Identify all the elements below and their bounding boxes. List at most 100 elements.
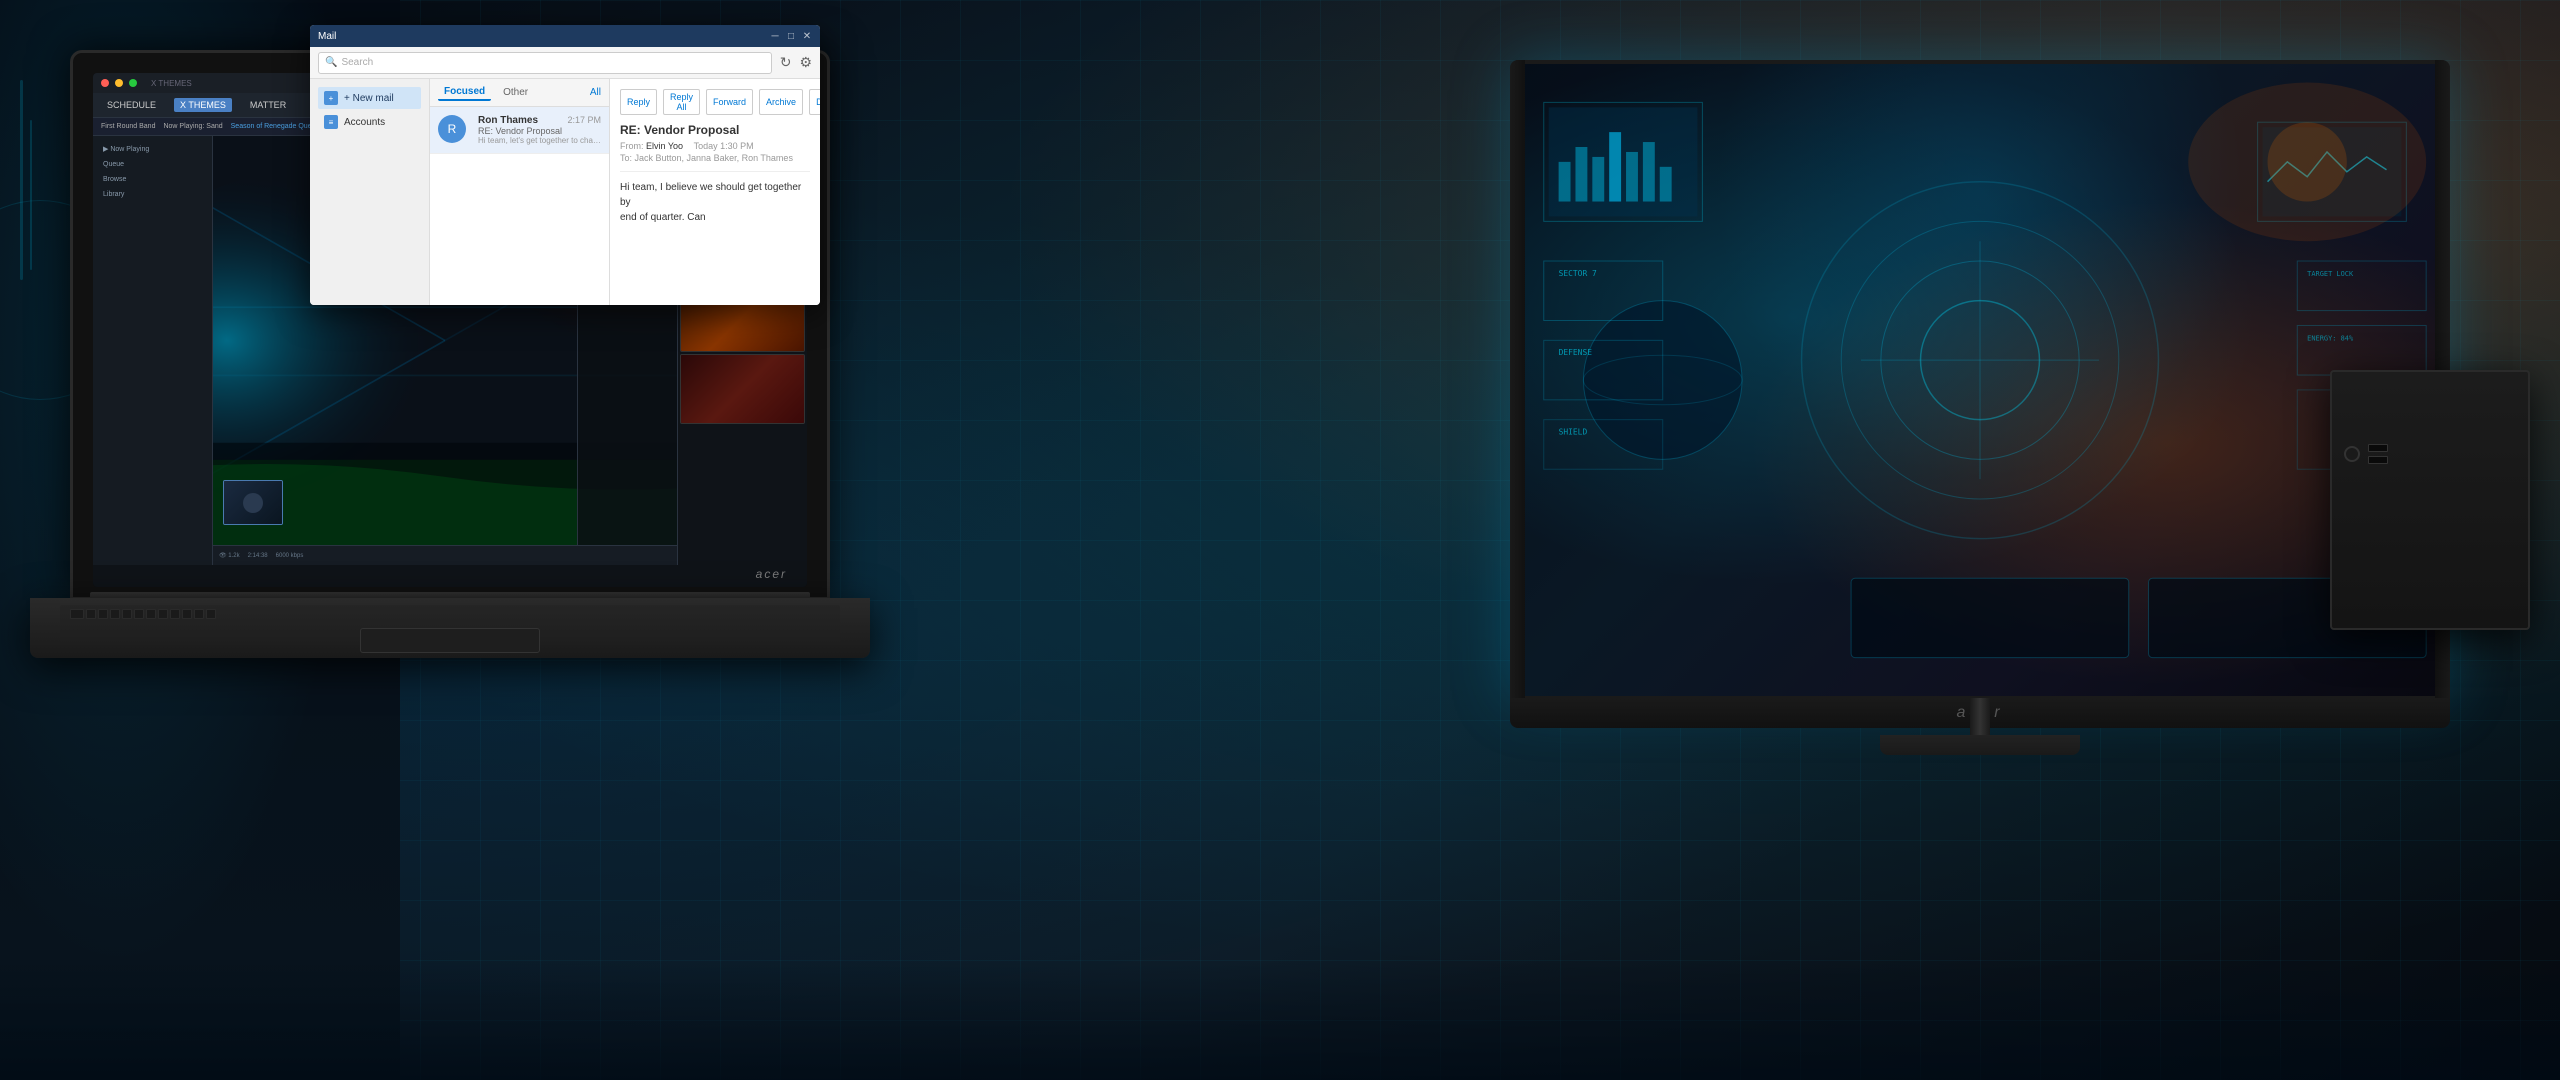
mail-list: Focused Other All R Ron Thames 2:17 PM R… [430, 79, 610, 305]
monitor-screen: SECTOR 7 DEFENSE SHIELD TARGET LOCK ENER… [1510, 60, 2450, 700]
streaming-sidebar: ▶ Now Playing Queue Browse Library [93, 136, 213, 565]
mail-body: + + New mail ≡ Accounts Focused Other Al… [310, 79, 820, 305]
close-dot[interactable] [101, 79, 109, 87]
subtab-2[interactable]: Now Playing: Sand [163, 123, 222, 130]
search-icon: 🔍 [325, 57, 337, 68]
search-placeholder: Search [341, 57, 373, 68]
laptop-screen-brand: acer [756, 567, 787, 581]
app-name-label: X THEMES [151, 79, 192, 88]
forward-button[interactable]: Forward [706, 89, 753, 115]
monitor-stand-base [1880, 735, 2080, 755]
key-f1[interactable] [86, 609, 96, 619]
mail-item-info: Ron Thames 2:17 PM RE: Vendor Proposal H… [478, 115, 601, 145]
svg-text:DEFENSE: DEFENSE [1559, 348, 1593, 357]
new-mail-icon: + [324, 91, 338, 105]
mail-preview-toolbar: Reply Reply All Forward Archive Delete [620, 89, 810, 115]
svg-text:SECTOR 7: SECTOR 7 [1559, 269, 1597, 278]
subtab-3[interactable]: Season of Renegade Queue [231, 123, 320, 130]
webcam-face [243, 493, 263, 513]
mail-sidebar-new[interactable]: + + New mail [318, 87, 421, 109]
mail-preview-pane: Reply Reply All Forward Archive Delete R… [610, 79, 820, 305]
mail-close-btn[interactable]: ✕ [802, 31, 812, 41]
pc-power-button[interactable] [2344, 446, 2360, 462]
monitor-hud-overlay: SECTOR 7 DEFENSE SHIELD TARGET LOCK ENER… [1514, 64, 2446, 696]
monitor-screen-content: SECTOR 7 DEFENSE SHIELD TARGET LOCK ENER… [1514, 64, 2446, 696]
key-f10[interactable] [194, 609, 204, 619]
minimize-dot[interactable] [115, 79, 123, 87]
key-f3[interactable] [110, 609, 120, 619]
mail-window-controls: ─ □ ✕ [770, 31, 812, 41]
mail-preview-subject-text: RE: Vendor Proposal [620, 123, 810, 137]
key-f6[interactable] [146, 609, 156, 619]
key-f7[interactable] [158, 609, 168, 619]
keyboard-rows [70, 609, 830, 619]
delete-button[interactable]: Delete [809, 89, 820, 115]
mail-refresh-icon[interactable]: ↻ [780, 54, 792, 71]
tab-matter[interactable]: MATTER [244, 98, 292, 112]
floor-surface [0, 960, 2560, 1080]
maximize-dot[interactable] [129, 79, 137, 87]
mail-body-line-1: Hi team, I believe we should get togethe… [620, 180, 810, 210]
key-esc[interactable] [70, 609, 84, 619]
subtab-1[interactable]: First Round Band [101, 123, 155, 130]
keyboard-row-1 [70, 609, 830, 619]
key-f4[interactable] [122, 609, 132, 619]
mail-search-box[interactable]: 🔍 Search [318, 52, 772, 74]
mail-preview-snippet: Hi team, let's get together to chat abou… [478, 136, 601, 145]
mail-tab-focused[interactable]: Focused [438, 84, 491, 101]
stat-viewers: 👁 1.2k [219, 552, 240, 559]
preview-time: Today 1:30 PM [694, 141, 754, 151]
mail-item-1[interactable]: R Ron Thames 2:17 PM RE: Vendor Proposal… [430, 107, 609, 154]
key-f5[interactable] [134, 609, 144, 619]
mail-preview-body: Hi team, I believe we should get togethe… [620, 180, 810, 225]
sidebar-item-2[interactable]: Queue [99, 158, 206, 171]
reply-all-button[interactable]: Reply All [663, 89, 700, 115]
key-f8[interactable] [170, 609, 180, 619]
new-mail-label: + New mail [344, 93, 394, 104]
pc-port-2[interactable] [2368, 456, 2388, 464]
pc-front-panel [2332, 372, 2528, 476]
key-f2[interactable] [98, 609, 108, 619]
svg-text:TARGET LOCK: TARGET LOCK [2307, 270, 2354, 278]
stat-bitrate: 6000 kbps [276, 553, 304, 559]
streaming-bottom-bar: 👁 1.2k 2:14:38 6000 kbps [213, 545, 677, 565]
mail-preview-from: From: Elvin Yoo Today 1:30 PM [620, 141, 810, 151]
preview-sender-label: From: [620, 141, 646, 151]
mail-sidebar: + + New mail ≡ Accounts [310, 79, 430, 305]
accounts-icon: ≡ [324, 115, 338, 129]
mail-preview-header: RE: Vendor Proposal From: Elvin Yoo Toda… [620, 123, 810, 172]
stat-time: 2:14:38 [248, 553, 268, 559]
tab-schedule[interactable]: SCHEDULE [101, 98, 162, 112]
monitor-left-bezel [1510, 60, 1525, 700]
tab-themes[interactable]: X THEMES [174, 98, 232, 112]
mail-sidebar-accounts[interactable]: ≡ Accounts [318, 111, 421, 133]
mail-tab-other[interactable]: Other [497, 85, 534, 100]
mail-minimize-btn[interactable]: ─ [770, 31, 780, 41]
sidebar-item-1[interactable]: ▶ Now Playing [99, 142, 206, 156]
mail-list-header: Focused Other All [430, 79, 609, 107]
pc-port-1[interactable] [2368, 444, 2388, 452]
mail-filter-all[interactable]: All [590, 87, 601, 98]
mail-toolbar: 🔍 Search ↻ ⚙ [310, 47, 820, 79]
mail-titlebar: Mail ─ □ ✕ [310, 25, 820, 47]
pc-usb-ports [2368, 444, 2388, 464]
key-f11[interactable] [206, 609, 216, 619]
sidebar-item-4[interactable]: Library [99, 188, 206, 201]
mail-settings-icon[interactable]: ⚙ [799, 54, 812, 71]
mail-preview-to: To: Jack Button, Janna Baker, Ron Thames [620, 153, 810, 163]
preview-sender-name: Elvin Yoo [646, 141, 683, 151]
mail-app-window: Mail ─ □ ✕ 🔍 Search ↻ ⚙ + + New mail ≡ A… [310, 25, 820, 305]
mail-sender-name: Ron Thames [478, 115, 538, 126]
mail-sender-avatar: R [438, 115, 466, 143]
monitor-stand-neck [1970, 698, 1990, 738]
key-f9[interactable] [182, 609, 192, 619]
laptop-trackpad[interactable] [360, 628, 540, 653]
reply-button[interactable]: Reply [620, 89, 657, 115]
archive-button[interactable]: Archive [759, 89, 803, 115]
mail-body-line-2: end of quarter. Can [620, 210, 810, 225]
webcam-overlay [223, 480, 283, 525]
mail-app-title: Mail [318, 31, 336, 42]
mail-maximize-btn[interactable]: □ [786, 31, 796, 41]
sidebar-item-3[interactable]: Browse [99, 173, 206, 186]
thumb-4[interactable] [680, 354, 805, 424]
